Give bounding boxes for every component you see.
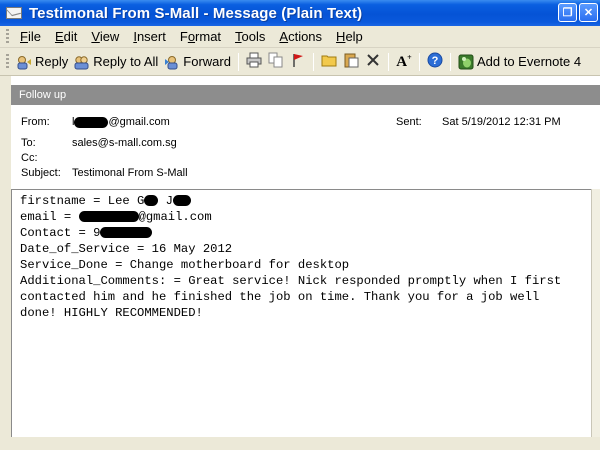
toolbar-separator <box>449 52 451 71</box>
add-to-evernote-button[interactable]: Add to Evernote 4 <box>455 50 584 74</box>
follow-up-infobar[interactable]: Follow up <box>11 85 600 105</box>
delete-x-icon <box>365 52 381 71</box>
redaction-mark <box>172 195 191 207</box>
body-line-contact: Contact = 9 <box>20 225 572 241</box>
subject-row: Subject: Testimonal From S-Mall <box>21 167 188 179</box>
menu-help[interactable]: Help <box>329 29 370 44</box>
reply-button[interactable]: Reply <box>13 50 71 74</box>
copy-button[interactable] <box>265 51 287 73</box>
flag-icon <box>290 52 306 71</box>
body-line-firstname: firstname = Lee G J <box>20 193 572 209</box>
cc-row: Cc: <box>21 152 72 164</box>
print-button[interactable] <box>243 51 265 73</box>
evernote-elephant-icon <box>458 54 474 70</box>
to-row: To: sales@s-mall.com.sg <box>21 137 177 149</box>
window-frame-left <box>0 76 11 437</box>
cc-label: Cc: <box>21 152 38 164</box>
toolbar-separator <box>237 52 239 71</box>
redaction-mark <box>78 211 139 223</box>
redaction-mark <box>100 227 153 239</box>
reply-all-icon <box>74 54 90 70</box>
svg-text:?: ? <box>432 55 439 67</box>
menu-actions[interactable]: Actions <box>272 29 329 44</box>
message-header: From: l @gmail.com Sent: Sat 5/19/2012 12… <box>11 105 600 185</box>
body-scrollbar[interactable] <box>591 189 600 437</box>
menu-view[interactable]: View <box>84 29 126 44</box>
help-button[interactable]: ? <box>424 51 446 73</box>
move-to-folder-button[interactable] <box>318 51 340 73</box>
standard-toolbar: Reply Reply to All Forward A+ ? Add to E… <box>0 48 600 76</box>
window-title: Testimonal From S-Mall - Message (Plain … <box>29 4 363 22</box>
from-row: From: l @gmail.com <box>21 116 170 128</box>
message-body-text[interactable]: firstname = Lee G Jemail = @gmail.com Con… <box>20 193 572 321</box>
message-envelope-icon <box>5 6 23 20</box>
body-line-date: Date_of_Service = 16 May 2012 <box>20 242 233 256</box>
help-icon: ? <box>427 52 443 71</box>
reply-icon <box>16 54 32 70</box>
font-size-button[interactable]: A+ <box>393 51 415 73</box>
flag-button[interactable] <box>287 51 309 73</box>
menu-insert[interactable]: Insert <box>126 29 173 44</box>
reply-all-button[interactable]: Reply to All <box>71 50 161 74</box>
menu-tools[interactable]: Tools <box>228 29 272 44</box>
window-frame-bottom <box>0 437 600 450</box>
printer-icon <box>246 52 262 71</box>
forward-button[interactable]: Forward <box>161 50 234 74</box>
menu-bar: File Edit View Insert Format Tools Actio… <box>0 26 600 48</box>
forward-icon <box>164 54 180 70</box>
message-body[interactable]: firstname = Lee G Jemail = @gmail.com Con… <box>11 189 591 437</box>
toolbar-grip-handle[interactable] <box>6 53 9 70</box>
toolbar-separator <box>387 52 389 71</box>
subject-value: Testimonal From S-Mall <box>72 167 188 179</box>
toolbar-separator <box>418 52 420 71</box>
folder-icon <box>321 52 337 71</box>
to-value[interactable]: sales@s-mall.com.sg <box>72 137 177 149</box>
redaction-mark <box>144 195 159 207</box>
sent-label: Sent: <box>396 116 422 128</box>
window-controls: ❐ ✕ <box>558 3 598 22</box>
body-line-service: Service_Done = Change motherboard for de… <box>20 258 350 272</box>
close-button[interactable]: ✕ <box>579 3 598 22</box>
menu-format[interactable]: Format <box>173 29 228 44</box>
to-label: To: <box>21 137 36 149</box>
from-label: From: <box>21 116 50 128</box>
body-line-comments: Additional_Comments: = Great service! Ni… <box>20 274 569 320</box>
from-value[interactable]: l @gmail.com <box>72 116 170 128</box>
body-line-email: email = @gmail.com <box>20 210 212 224</box>
restore-button[interactable]: ❐ <box>558 3 577 22</box>
menu-edit[interactable]: Edit <box>48 29 84 44</box>
infobar-text: Follow up <box>19 89 67 101</box>
sent-value: Sat 5/19/2012 12:31 PM <box>442 116 561 128</box>
copy-icon <box>268 52 284 71</box>
toolbar-separator <box>312 52 314 71</box>
menu-grip-handle[interactable] <box>6 28 9 45</box>
font-size-icon: A+ <box>396 52 412 70</box>
clipboard-icon <box>343 52 359 71</box>
redaction-mark <box>74 116 109 128</box>
paste-button[interactable] <box>340 51 362 73</box>
sent-row: Sent: Sat 5/19/2012 12:31 PM <box>396 116 561 128</box>
delete-button[interactable] <box>362 51 384 73</box>
menu-file[interactable]: File <box>13 29 48 44</box>
title-bar[interactable]: Testimonal From S-Mall - Message (Plain … <box>0 0 600 26</box>
subject-label: Subject: <box>21 167 61 179</box>
